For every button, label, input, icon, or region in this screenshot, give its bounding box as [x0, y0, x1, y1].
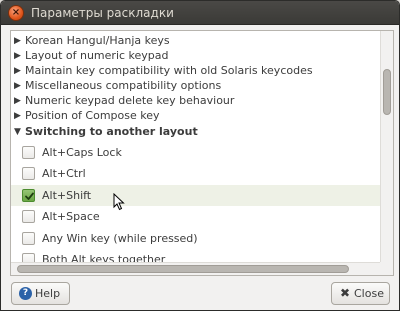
option-alt-caps-lock[interactable]: Alt+Caps Lock — [11, 142, 381, 163]
checkbox[interactable] — [22, 232, 35, 245]
option-label: Both Alt keys together — [42, 253, 166, 263]
tree-group-switch-layout[interactable]: ▼ Switching to another layout — [11, 124, 381, 140]
help-button-label: Help — [35, 287, 61, 300]
title-bar: × Параметры раскладки — [1, 1, 399, 25]
tree-group-label: Switching to another layout — [25, 125, 198, 138]
layout-options-dialog: × Параметры раскладки ▶ Korean Hangul/Ha… — [0, 0, 400, 311]
tree-group-solaris-compat[interactable]: ▶ Maintain key compatibility with old So… — [11, 63, 381, 79]
tree-group-label: Korean Hangul/Hanja keys — [25, 34, 170, 47]
tree-group-label: Layout of numeric keypad — [25, 49, 169, 62]
checkmark-icon — [25, 192, 34, 200]
mouse-pointer-icon — [113, 193, 125, 211]
option-label: Alt+Ctrl — [42, 167, 86, 180]
option-any-win-key[interactable]: Any Win key (while pressed) — [11, 228, 381, 249]
expander-right-icon: ▶ — [14, 81, 21, 91]
close-button-label: Close — [354, 287, 384, 300]
expander-right-icon: ▶ — [14, 66, 21, 76]
tree-group-label: Numeric keypad delete key behaviour — [25, 94, 235, 107]
option-both-alt-keys[interactable]: Both Alt keys together — [11, 249, 381, 263]
tree-group-label: Position of Compose key — [25, 109, 160, 122]
options-scrolled-window: ▶ Korean Hangul/Hanja keys ▶ Layout of n… — [10, 30, 394, 276]
tree-group-misc-compat[interactable]: ▶ Miscellaneous compatibility options — [11, 78, 381, 94]
tree-group-korean-hangul[interactable]: ▶ Korean Hangul/Hanja keys — [11, 33, 381, 49]
option-label: Alt+Space — [42, 210, 100, 223]
options-tree: ▶ Korean Hangul/Hanja keys ▶ Layout of n… — [11, 31, 381, 263]
horizontal-scrollbar-thumb[interactable] — [17, 265, 349, 273]
checkbox[interactable] — [22, 167, 35, 180]
checkbox-checked[interactable] — [22, 189, 35, 202]
option-label: Alt+Shift — [42, 189, 92, 202]
window-close-button[interactable]: × — [8, 5, 24, 21]
help-button[interactable]: ? Help — [11, 282, 70, 305]
option-alt-shift[interactable]: Alt+Shift — [11, 185, 381, 206]
expander-right-icon: ▶ — [14, 36, 21, 46]
horizontal-scrollbar[interactable] — [11, 262, 381, 275]
expander-down-icon: ▼ — [14, 127, 21, 137]
help-icon: ? — [19, 287, 32, 300]
expander-right-icon: ▶ — [14, 96, 21, 106]
expander-right-icon: ▶ — [14, 51, 21, 61]
checkbox[interactable] — [22, 146, 35, 159]
vertical-scrollbar[interactable] — [380, 31, 393, 263]
tree-group-numeric-keypad-layout[interactable]: ▶ Layout of numeric keypad — [11, 48, 381, 64]
option-alt-ctrl[interactable]: Alt+Ctrl — [11, 163, 381, 184]
tree-group-keypad-delete[interactable]: ▶ Numeric keypad delete key behaviour — [11, 93, 381, 109]
option-label: Any Win key (while pressed) — [42, 232, 198, 245]
option-alt-space[interactable]: Alt+Space — [11, 206, 381, 227]
tree-group-compose-key[interactable]: ▶ Position of Compose key — [11, 108, 381, 124]
window-title: Параметры раскладки — [31, 6, 174, 20]
close-x-icon: ✖ — [340, 286, 351, 300]
close-button[interactable]: ✖ Close — [331, 282, 390, 305]
expander-right-icon: ▶ — [14, 111, 21, 121]
checkbox[interactable] — [22, 210, 35, 223]
scrollbar-corner — [380, 262, 393, 275]
close-icon: × — [11, 7, 21, 18]
vertical-scrollbar-thumb[interactable] — [383, 69, 391, 115]
tree-group-label: Miscellaneous compatibility options — [25, 79, 222, 92]
tree-group-label: Maintain key compatibility with old Sola… — [25, 64, 313, 77]
option-label: Alt+Caps Lock — [42, 146, 122, 159]
